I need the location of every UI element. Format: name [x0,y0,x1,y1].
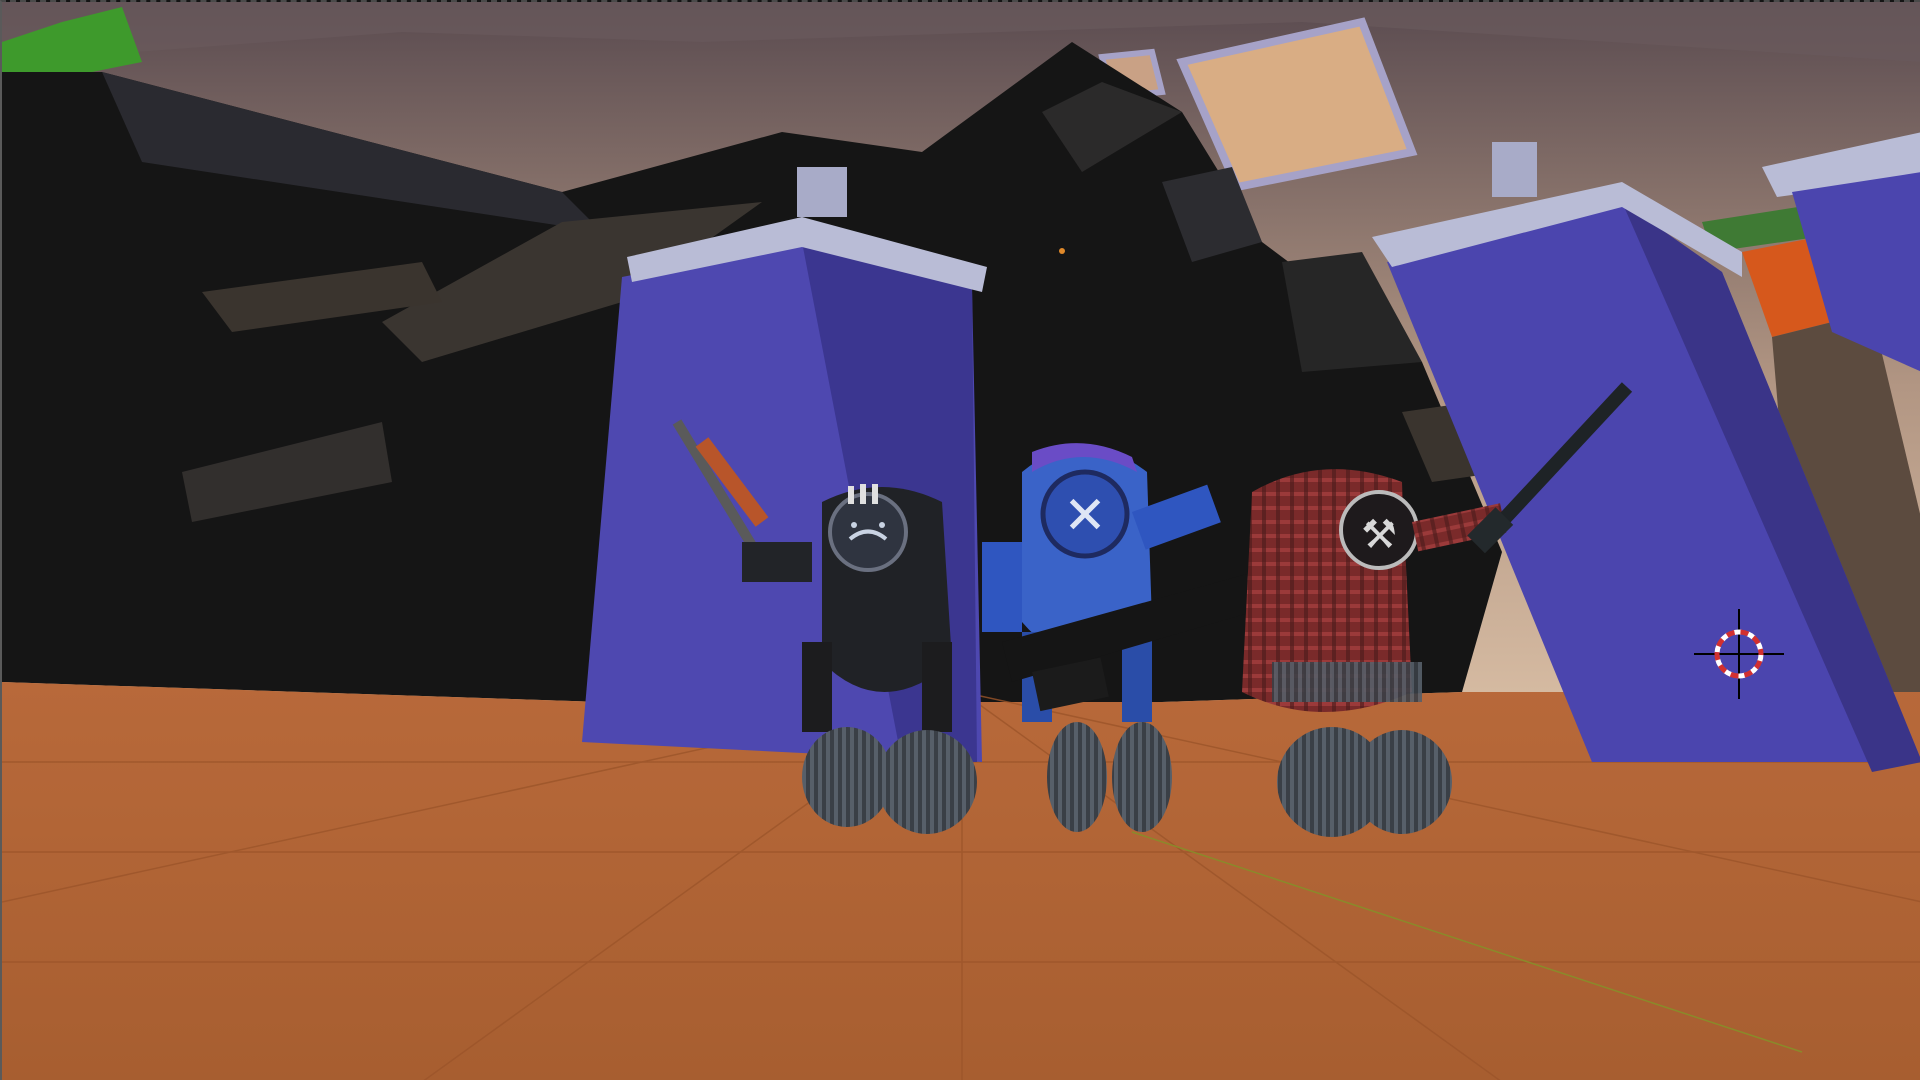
3d-cursor-icon[interactable] [1694,609,1784,699]
svg-text:✕: ✕ [1063,486,1107,546]
svg-text:⚒: ⚒ [1361,512,1397,558]
viewport-3d[interactable]: ✕ ⚒ [0,0,1920,1080]
scene-render[interactable]: ✕ ⚒ [2,2,1920,1080]
